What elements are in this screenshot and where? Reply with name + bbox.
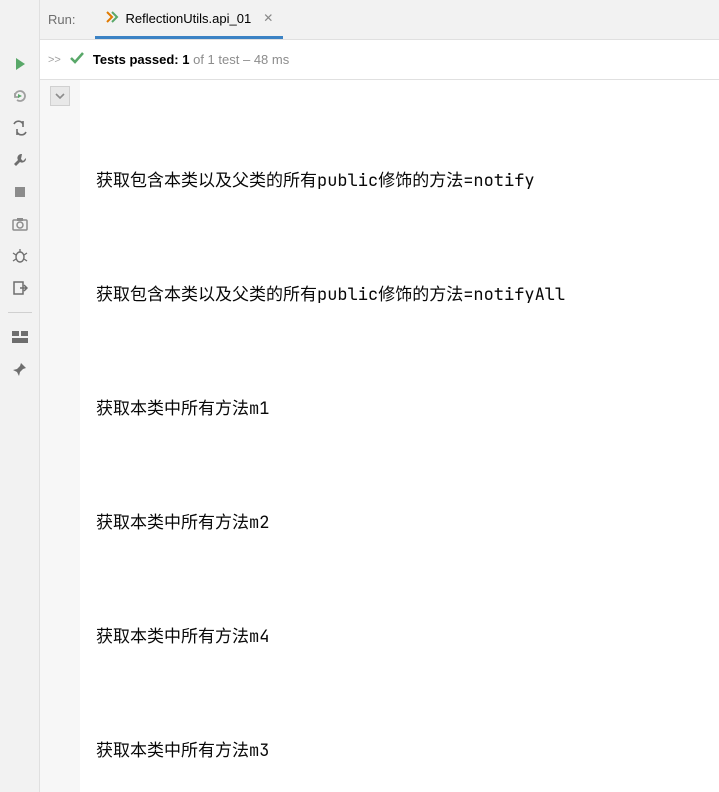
left-toolbar [0, 0, 40, 792]
console-output[interactable]: 获取包含本类以及父类的所有public修饰的方法=notify 获取包含本类以及… [80, 80, 719, 792]
console-line: 获取本类中所有方法m3 [96, 732, 719, 770]
inner-area: 获取包含本类以及父类的所有public修饰的方法=notify 获取包含本类以及… [40, 80, 719, 792]
collapse-icon[interactable] [50, 86, 70, 106]
tab-bar: Run: ReflectionUtils.api_01 ✕ [40, 0, 719, 40]
run-config-icon [105, 10, 119, 27]
layout-icon[interactable] [10, 327, 30, 347]
console-line: 获取本类中所有方法m1 [96, 390, 719, 428]
bug-icon[interactable] [10, 246, 30, 266]
play-icon[interactable] [10, 54, 30, 74]
camera-icon[interactable] [10, 214, 30, 234]
tab-reflectionutils[interactable]: ReflectionUtils.api_01 ✕ [95, 0, 283, 39]
inner-gutter [40, 80, 80, 792]
stop-icon[interactable] [10, 182, 30, 202]
wrench-icon[interactable] [10, 150, 30, 170]
toggle-breakpoints-icon[interactable] [10, 118, 30, 138]
exit-icon[interactable] [10, 278, 30, 298]
console-line: 获取本类中所有方法m2 [96, 504, 719, 542]
run-label: Run: [48, 12, 75, 27]
console-line: 获取包含本类以及父类的所有public修饰的方法=notify [96, 162, 719, 200]
main-panel: Run: ReflectionUtils.api_01 ✕ >> Tests p… [40, 0, 719, 792]
tests-status: Tests passed: 1 of 1 test – 48 ms [93, 52, 289, 67]
close-icon[interactable]: ✕ [263, 11, 273, 25]
tab-label: ReflectionUtils.api_01 [125, 11, 251, 26]
rerun-icon[interactable] [10, 86, 30, 106]
check-icon [69, 50, 85, 69]
pin-icon[interactable] [10, 359, 30, 379]
console-line: 获取本类中所有方法m4 [96, 618, 719, 656]
console-line: 获取包含本类以及父类的所有public修饰的方法=notifyAll [96, 276, 719, 314]
status-bar: >> Tests passed: 1 of 1 test – 48 ms [40, 40, 719, 80]
step-over-icon[interactable]: >> [48, 54, 61, 66]
